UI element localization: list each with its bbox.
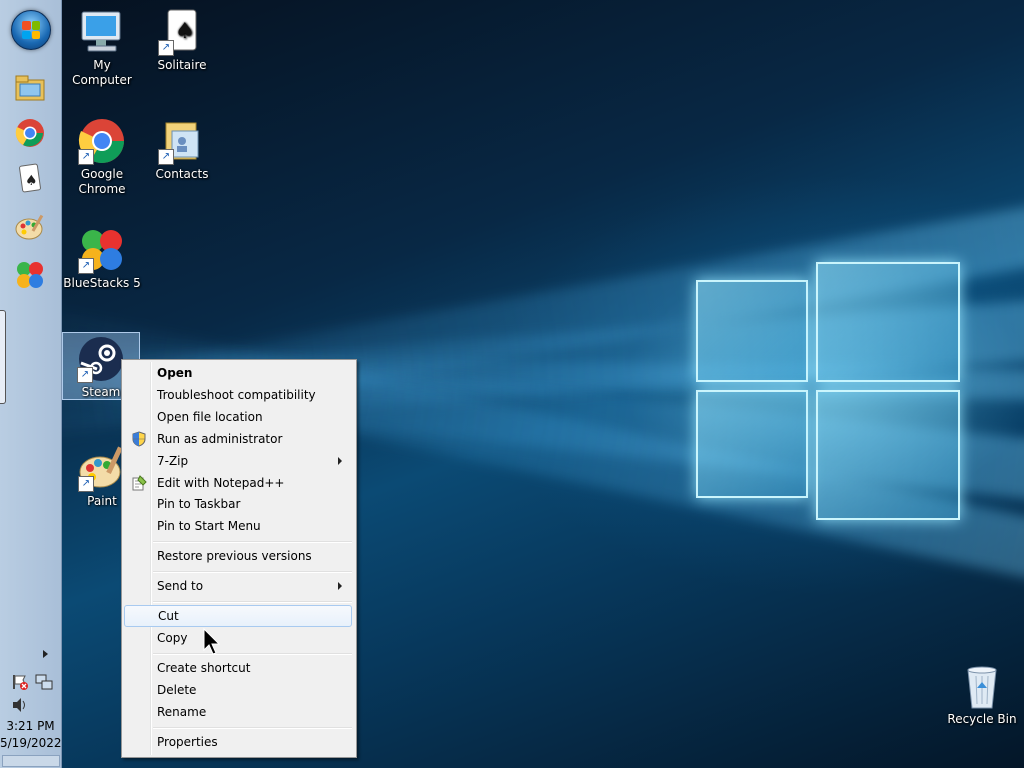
bluestacks-icon[interactable] <box>13 258 47 292</box>
shortcut-arrow-icon: ↗ <box>78 258 94 274</box>
menu-item-restore-previous-versions[interactable]: Restore previous versions <box>124 545 352 567</box>
show-desktop-button[interactable] <box>2 755 60 767</box>
menu-separator <box>153 653 352 655</box>
my-computer-icon <box>78 8 126 56</box>
menu-item-open-file-location[interactable]: Open file location <box>124 406 352 428</box>
menu-item-run-as-administrator[interactable]: Run as administrator <box>124 428 352 450</box>
desktop-icon-google-chrome[interactable]: ↗ Google Chrome <box>62 117 142 197</box>
menu-item-7-zip[interactable]: 7-Zip <box>124 450 352 472</box>
shortcut-arrow-icon: ↗ <box>78 476 94 492</box>
menu-separator <box>153 727 352 729</box>
chrome-icon: ↗ <box>78 117 126 165</box>
svg-text:♠: ♠ <box>175 19 195 44</box>
windows-logo-pane <box>696 390 808 498</box>
menu-item-label: 7-Zip <box>157 454 189 468</box>
menu-item-delete[interactable]: Delete <box>124 679 352 701</box>
windows-logo-pane <box>816 390 960 520</box>
menu-item-edit-with-notepad-plus-plus[interactable]: Edit with Notepad++ <box>124 472 352 494</box>
desktop-icon-my-computer[interactable]: My Computer <box>62 8 142 88</box>
windows-logo-pane <box>816 262 960 382</box>
recycle-bin-icon <box>958 662 1006 710</box>
solitaire-icon: ♠ ↗ <box>158 8 206 56</box>
menu-item-copy[interactable]: Copy <box>124 627 352 649</box>
shortcut-arrow-icon: ↗ <box>77 367 93 383</box>
menu-item-open[interactable]: Open <box>124 362 352 384</box>
windows-flag-icon <box>22 21 40 39</box>
desktop-icon-label: Google Chrome <box>78 167 126 196</box>
submenu-arrow-icon <box>338 582 342 590</box>
menu-item-pin-to-start-menu[interactable]: Pin to Start Menu <box>124 515 352 537</box>
volume-icon[interactable] <box>11 697 29 713</box>
menu-separator <box>153 571 352 573</box>
desktop-icon-label: Solitaire <box>157 58 207 72</box>
file-explorer-icon[interactable] <box>13 70 47 104</box>
menu-item-cut[interactable]: Cut <box>124 605 352 627</box>
context-menu: Open Troubleshoot compatibility Open fil… <box>121 359 357 758</box>
svg-text:♠: ♠ <box>25 173 38 189</box>
menu-separator <box>153 541 352 543</box>
menu-item-troubleshoot-compatibility[interactable]: Troubleshoot compatibility <box>124 384 352 406</box>
desktop-icon-recycle-bin[interactable]: Recycle Bin <box>942 662 1022 727</box>
desktop-icon-label: My Computer <box>72 58 132 87</box>
chrome-icon[interactable] <box>13 116 47 150</box>
steam-icon: ↗ <box>77 335 125 383</box>
bluestacks-icon: ↗ <box>78 226 126 274</box>
clock-time[interactable]: 3:21 PM <box>0 719 61 733</box>
menu-item-label: Run as administrator <box>157 432 283 446</box>
taskbar: ♠ 3:21 PM 5/19/2022 <box>0 0 62 768</box>
action-center-flag-icon[interactable] <box>11 673 29 691</box>
windows-logo-pane <box>696 280 808 382</box>
menu-separator <box>153 601 352 603</box>
start-button[interactable] <box>11 10 51 50</box>
menu-item-properties[interactable]: Properties <box>124 731 352 753</box>
show-hidden-icons-arrow[interactable] <box>43 650 48 658</box>
shortcut-arrow-icon: ↗ <box>158 40 174 56</box>
clock-date[interactable]: 5/19/2022 <box>0 736 62 750</box>
menu-item-rename[interactable]: Rename <box>124 701 352 723</box>
submenu-arrow-icon <box>338 457 342 465</box>
menu-item-send-to[interactable]: Send to <box>124 575 352 597</box>
menu-item-pin-to-taskbar[interactable]: Pin to Taskbar <box>124 493 352 515</box>
network-icon[interactable] <box>35 673 53 691</box>
mouse-cursor-icon <box>203 628 221 655</box>
desktop-icon-solitaire[interactable]: ♠ ↗ Solitaire <box>142 8 222 73</box>
paint-icon: ↗ <box>78 444 126 492</box>
solitaire-icon[interactable]: ♠ <box>13 162 47 196</box>
desktop-icon-bluestacks[interactable]: ↗ BlueStacks 5 <box>62 226 142 291</box>
desktop-icon-contacts[interactable]: ↗ Contacts <box>142 117 222 182</box>
shortcut-arrow-icon: ↗ <box>158 149 174 165</box>
shortcut-arrow-icon: ↗ <box>78 149 94 165</box>
menu-item-create-shortcut[interactable]: Create shortcut <box>124 657 352 679</box>
desktop-icon-label: Recycle Bin <box>947 712 1017 726</box>
desktop-icon-label: Contacts <box>155 167 209 181</box>
paint-icon[interactable] <box>13 210 47 244</box>
taskbar-resize-handle[interactable] <box>0 310 6 404</box>
desktop-icon-label: BlueStacks 5 <box>63 276 141 290</box>
menu-item-label: Send to <box>157 579 204 593</box>
contacts-icon: ↗ <box>158 117 206 165</box>
menu-item-label: Edit with Notepad++ <box>157 476 285 490</box>
